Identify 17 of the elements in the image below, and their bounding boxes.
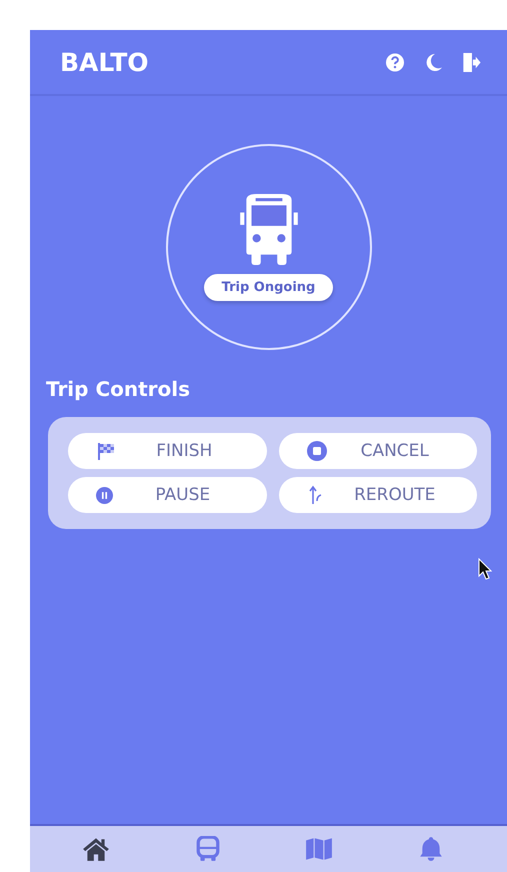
stop-icon [306, 441, 326, 461]
help-icon[interactable] [385, 52, 405, 72]
pause-button[interactable]: PAUSE [68, 477, 266, 513]
bus-icon [238, 194, 300, 266]
finish-button[interactable]: FINISH [68, 433, 266, 469]
section-title: Trip Controls [46, 377, 192, 401]
checkered-flag-icon [96, 441, 116, 461]
mouse-cursor-icon [478, 558, 492, 580]
map-icon[interactable] [305, 836, 334, 862]
cancel-button[interactable]: CANCEL [278, 433, 477, 469]
home-icon[interactable] [82, 836, 110, 862]
reroute-button[interactable]: REROUTE [278, 477, 477, 513]
pause-icon [96, 486, 113, 504]
app-title: BALTO [60, 48, 149, 76]
bus-icon[interactable] [194, 836, 222, 862]
trip-status-badge: Trip Ongoing [204, 274, 334, 300]
exit-door-icon[interactable] [461, 52, 481, 72]
